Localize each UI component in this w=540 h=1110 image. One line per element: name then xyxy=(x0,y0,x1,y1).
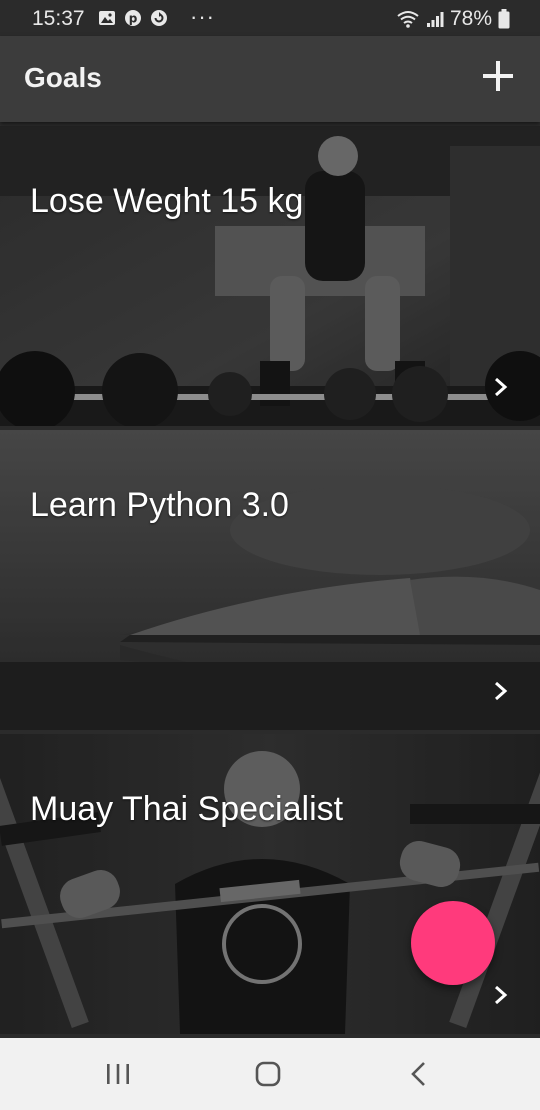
plus-icon xyxy=(483,61,513,91)
signal-icon xyxy=(426,12,444,27)
chevron-right-icon xyxy=(495,377,508,397)
more-notifications-icon: ··· xyxy=(190,4,215,29)
home-icon[interactable] xyxy=(250,1056,286,1092)
battery-level: 78% xyxy=(449,7,492,30)
app-bar: Goals xyxy=(0,36,540,122)
notification-icons: p xyxy=(98,9,168,27)
status-bar: 15:37 p ··· 78% xyxy=(0,0,540,36)
gallery-icon xyxy=(99,11,115,25)
status-right: 78% xyxy=(396,7,510,31)
back-icon[interactable] xyxy=(402,1056,438,1092)
goal-card[interactable]: Learn Python 3.0 xyxy=(0,430,540,730)
pinterest-icon: p xyxy=(125,10,141,26)
wifi-icon xyxy=(397,11,419,28)
bench-press-photo xyxy=(0,734,540,1034)
floating-action-button[interactable] xyxy=(411,901,495,985)
add-goal-button[interactable] xyxy=(480,58,516,94)
system-nav-bar xyxy=(0,1038,540,1110)
goal-card[interactable]: Lose Weght 15 kg xyxy=(0,126,540,426)
open-book-photo xyxy=(0,430,540,730)
goal-title: Lose Weght 15 kg xyxy=(30,182,304,220)
chevron-right-icon xyxy=(495,985,508,1005)
svg-text:p: p xyxy=(129,12,138,26)
status-time: 15:37 xyxy=(32,7,85,30)
chevron-right-icon xyxy=(495,681,508,701)
battery-icon xyxy=(498,9,510,29)
goal-card[interactable]: Muay Thai Specialist xyxy=(0,734,540,1034)
page-title: Goals xyxy=(24,62,102,93)
goal-title: Learn Python 3.0 xyxy=(30,486,289,524)
goal-title: Muay Thai Specialist xyxy=(30,790,344,828)
recent-apps-icon[interactable] xyxy=(100,1056,136,1092)
weightlifting-photo xyxy=(0,126,540,426)
sync-icon xyxy=(151,10,167,26)
